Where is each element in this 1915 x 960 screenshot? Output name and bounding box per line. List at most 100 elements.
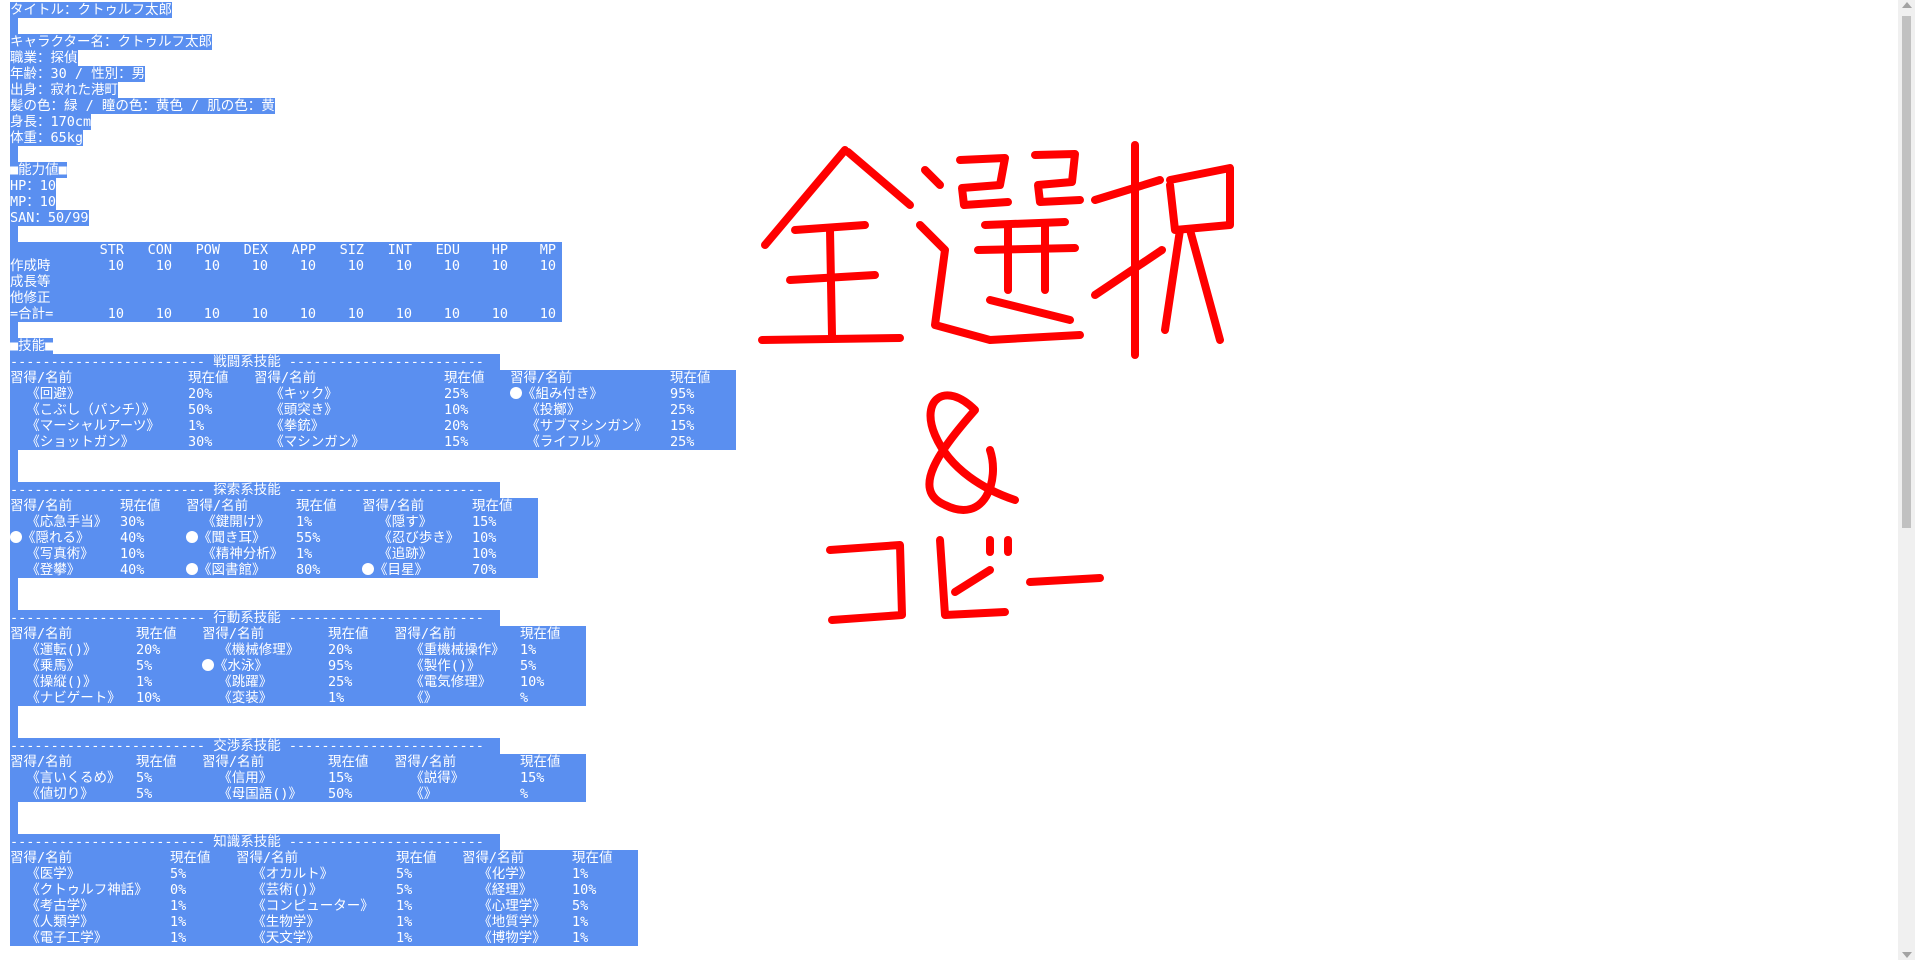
skill-value: 55% — [296, 530, 362, 546]
column-name-header: 習得/名前 — [202, 754, 328, 770]
ability-value: 10 — [418, 258, 466, 274]
skill-name-cell: 《ライフル》 — [510, 434, 670, 450]
skill-value: 15% — [472, 514, 538, 530]
skill-value: 80% — [296, 562, 362, 578]
skill-name: 《回避》 — [26, 386, 81, 402]
skill-value: 10% — [472, 530, 538, 546]
skill-name: 《聞き耳》 — [198, 530, 266, 546]
skill-value: 30% — [188, 434, 254, 450]
skill-value: 15% — [328, 770, 394, 786]
ability-value: 10 — [370, 306, 418, 322]
character-colors: 髪の色：緑 / 瞳の色：黄色 / 肌の色：黄 — [10, 98, 275, 114]
skill-value: 1% — [572, 866, 638, 882]
skill-name-cell: 《心理学》 — [462, 898, 572, 914]
skill-value: % — [520, 690, 586, 706]
skill-value: 5% — [520, 658, 586, 674]
ability-col-mp: MP — [514, 242, 562, 258]
ability-col-dex: DEX — [226, 242, 274, 258]
skill-section-title: ------------------------ 行動系技能 ---------… — [10, 610, 500, 626]
skill-name: 《写真術》 — [26, 546, 94, 562]
ability-value: 10 — [130, 258, 178, 274]
column-value-header: 現在値 — [572, 850, 638, 866]
skill-value: 0% — [170, 882, 236, 898]
ability-row-label: =合計= — [10, 306, 82, 322]
skill-value: 40% — [120, 562, 186, 578]
ability-empty-fill — [82, 290, 562, 306]
skill-name: 《操縦()》 — [26, 674, 97, 690]
abilities-header: ■能力値■ — [10, 162, 67, 178]
skill-name-cell: 《地質学》 — [462, 914, 572, 930]
skill-name: 《コンピューター》 — [252, 898, 374, 914]
skill-value: 1% — [396, 930, 462, 946]
ability-value: 10 — [514, 258, 562, 274]
skill-value: 15% — [520, 770, 586, 786]
skill-name-cell: 《ナビゲート》 — [10, 690, 136, 706]
skill-name-cell: 《マシンガン》 — [254, 434, 444, 450]
skill-name-cell: 《水泳》 — [202, 658, 328, 674]
skill-name: 《考古学》 — [26, 898, 94, 914]
skill-value: 5% — [572, 898, 638, 914]
skill-value: 5% — [136, 770, 202, 786]
skill-section-title: ------------------------ 知識系技能 ---------… — [10, 834, 500, 850]
skill-name: 《追跡》 — [378, 546, 433, 562]
sheet-title: タイトル：クトゥルフ太郎 — [10, 2, 172, 18]
skill-value: 10% — [520, 674, 586, 690]
learned-mark-icon — [10, 531, 22, 543]
column-name-header: 習得/名前 — [186, 498, 296, 514]
column-value-header: 現在値 — [328, 626, 394, 642]
skill-name: 《運転()》 — [26, 642, 97, 658]
learned-mark-icon — [186, 531, 198, 543]
ability-value: 10 — [418, 306, 466, 322]
column-value-header: 現在値 — [120, 498, 186, 514]
skill-value: 20% — [188, 386, 254, 402]
scroll-down-arrow-icon[interactable] — [1902, 952, 1912, 958]
skill-value: 50% — [328, 786, 394, 802]
ability-value: 10 — [178, 258, 226, 274]
skill-value: 1% — [170, 914, 236, 930]
skill-name-cell: 《機械修理》 — [202, 642, 328, 658]
skill-name-cell: 《操縦()》 — [10, 674, 136, 690]
skill-value: 50% — [188, 402, 254, 418]
ability-value: 10 — [466, 258, 514, 274]
skill-name: 《値切り》 — [26, 786, 94, 802]
skills-header: ■技能■ — [10, 338, 54, 354]
column-value-header: 現在値 — [328, 754, 394, 770]
skill-name: 《生物学》 — [252, 914, 320, 930]
column-value-header: 現在値 — [472, 498, 538, 514]
ability-col-hp: HP — [466, 242, 514, 258]
skill-name-cell: 《信用》 — [202, 770, 328, 786]
ability-col-con: CON — [130, 242, 178, 258]
skill-value: 30% — [120, 514, 186, 530]
skill-name-cell: 《運転()》 — [10, 642, 136, 658]
skill-name: 《水泳》 — [214, 658, 268, 674]
column-name-header: 習得/名前 — [236, 850, 396, 866]
skill-value: 1% — [396, 914, 462, 930]
scrollbar-thumb[interactable] — [1902, 16, 1911, 528]
skill-name-cell: 《隠れる》 — [10, 530, 120, 546]
column-value-header: 現在値 — [520, 626, 586, 642]
column-name-header: 習得/名前 — [394, 626, 520, 642]
skill-name-cell: 《変装》 — [202, 690, 328, 706]
character-name: キャラクター名：クトゥルフ太郎 — [10, 34, 212, 50]
ability-value: 10 — [226, 306, 274, 322]
skill-name-cell: 《コンピューター》 — [236, 898, 396, 914]
skill-name-cell: 《ショットガン》 — [10, 434, 188, 450]
skill-name: 《応急手当》 — [26, 514, 108, 530]
hp-value: HP：10 — [10, 178, 57, 194]
ability-value: 10 — [130, 306, 178, 322]
learned-mark-icon — [362, 563, 374, 575]
skill-name: 《》 — [410, 786, 438, 802]
vertical-scrollbar[interactable] — [1898, 0, 1915, 960]
skill-value: 1% — [296, 514, 362, 530]
ability-value: 10 — [274, 258, 322, 274]
skill-name: 《隠れる》 — [22, 530, 90, 546]
skill-name: 《オカルト》 — [252, 866, 334, 882]
skill-name: 《キック》 — [270, 386, 338, 402]
skill-name: 《目星》 — [374, 562, 428, 578]
skill-name-cell: 《キック》 — [254, 386, 444, 402]
column-name-header: 習得/名前 — [462, 850, 572, 866]
scroll-up-arrow-icon[interactable] — [1902, 2, 1912, 8]
column-value-header: 現在値 — [170, 850, 236, 866]
skill-name-cell: 《サブマシンガン》 — [510, 418, 670, 434]
skill-name-cell: 《経理》 — [462, 882, 572, 898]
